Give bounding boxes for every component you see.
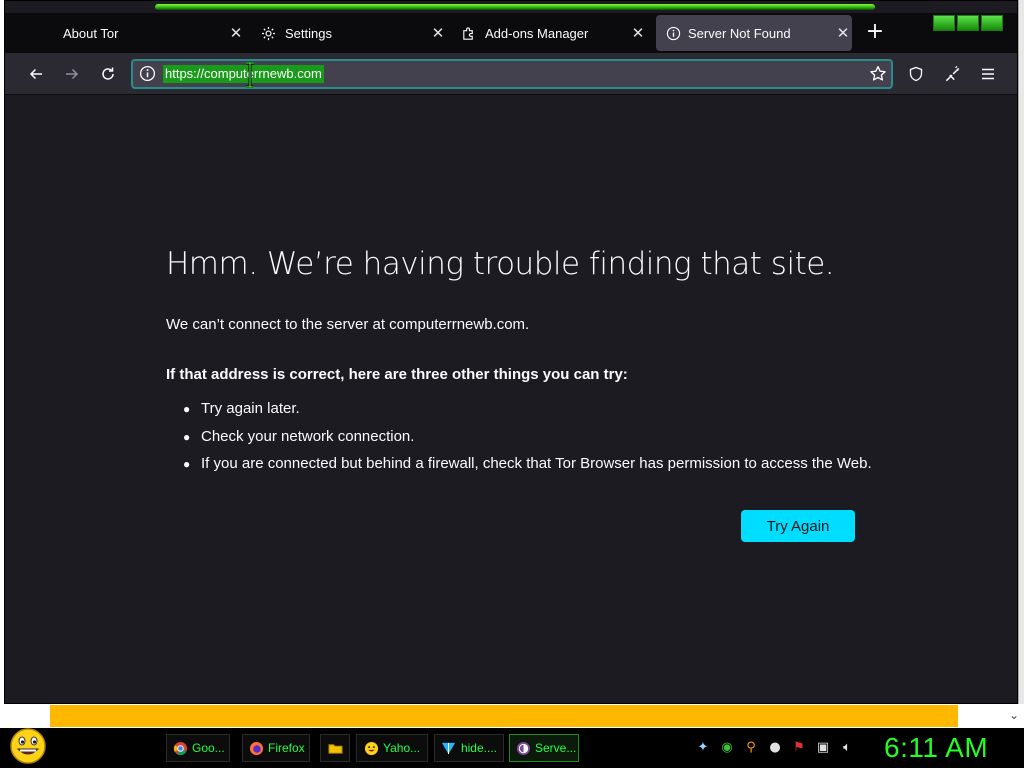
start-smiley-button[interactable] [8,726,48,766]
taskbar-item-firefox[interactable]: Firefox [242,734,310,762]
hide-icon [441,740,457,756]
page-content: Hmm. We’re having trouble finding that s… [11,96,1011,692]
broom-icon [945,65,960,82]
clock[interactable]: 6:11 AM [884,732,988,764]
reload-button[interactable] [96,62,120,86]
tab-addons-manager[interactable]: Add-ons Manager ✕ [457,15,647,51]
bullet-icon: ● [183,429,191,444]
taskbar-item-label: Goo... [192,741,225,755]
text-cursor-icon [245,61,255,92]
volume-icon[interactable]: 🔈︎ [838,738,856,756]
taskbar-item-chrome[interactable]: Goo... [166,734,230,762]
shield-icon [909,66,923,82]
taskbar-item-label: Firefox [268,741,305,755]
maximize-button[interactable] [957,15,979,31]
forward-button[interactable] [60,62,84,86]
suggestion-text: If you are connected but behind a firewa… [201,455,872,472]
puzzle-icon [457,26,479,41]
new-identity-button[interactable] [940,62,964,86]
try-again-button[interactable]: Try Again [741,510,855,542]
error-description: We can’t connect to the server at comput… [166,316,530,333]
list-item: ● Check your network connection. [183,428,872,456]
display-icon[interactable]: ▣ [814,738,832,756]
background-yellow-banner [50,705,958,727]
system-tray: ✦ ◉ ⚲ ● ⚑ ▣ 🔈︎ [694,738,856,756]
yahoo-smiley-icon [363,740,379,756]
forward-arrow-icon [66,68,79,80]
suggestions-list: ● Try again later. ● Check your network co… [183,400,872,483]
tray-message-icon[interactable]: ● [766,738,784,756]
close-window-button[interactable] [981,15,1003,31]
hamburger-menu-icon [982,68,994,80]
tor-icon [516,740,531,756]
tab-about-tor[interactable]: About Tor ✕ [55,15,245,51]
tab-label: Settings [285,25,332,41]
url-text[interactable]: https://computerrnewb.com [163,65,324,83]
bookmark-star-icon[interactable] [869,65,887,87]
tab-server-not-found[interactable]: Server Not Found ✕ [656,15,852,51]
taskbar-item-hide[interactable]: hide.... [434,734,504,762]
window-controls [933,15,1003,33]
taskbar: Goo... Firefox Yaho... hide.... Serve...… [0,728,1024,768]
shield-button[interactable] [904,62,928,86]
close-icon[interactable]: ✕ [629,24,647,42]
url-bar[interactable]: https://computerrnewb.com [131,59,893,89]
taskbar-item-label: Yaho... [383,741,421,755]
tab-label: About Tor [63,25,119,41]
new-tab-button[interactable]: + [863,21,887,45]
tray-app-icon[interactable]: ✦ [694,738,712,756]
taskbar-item-yahoo[interactable]: Yaho... [356,734,428,762]
reload-icon [102,67,114,80]
tab-label: Server Not Found [688,25,791,41]
back-button[interactable] [24,62,48,86]
chrome-icon [173,740,188,756]
info-icon [662,26,684,41]
suggestion-text: Check your network connection. [201,427,415,445]
navigation-bar: https://computerrnewb.com [5,53,1017,95]
search-icon[interactable]: ⚲ [742,738,760,756]
browser-window: About Tor ✕ Settings ✕ Add-ons Manager ✕… [4,0,1018,704]
taskbar-item-label: hide.... [460,741,497,755]
list-item: ● Try again later. [183,400,872,428]
folder-icon [327,740,343,756]
close-icon[interactable]: ✕ [834,24,852,42]
minimize-button[interactable] [933,15,955,31]
taskbar-item-explorer[interactable] [320,734,350,762]
list-item: ● If you are connected but behind a firew… [183,455,872,483]
scroll-down-arrow-icon[interactable]: ⌄ [1004,708,1024,728]
flag-icon[interactable]: ⚑ [790,738,808,756]
tab-strip: About Tor ✕ Settings ✕ Add-ons Manager ✕… [5,13,1017,53]
tab-label: Add-ons Manager [485,25,589,41]
taskbar-item-label: Serve... [535,741,577,755]
site-info-icon[interactable] [139,65,156,86]
background-scrollbar[interactable] [1018,0,1024,704]
back-arrow-icon [29,68,42,80]
tray-network-icon[interactable]: ◉ [718,738,736,756]
error-title: Hmm. We’re having trouble finding that s… [166,246,835,282]
window-accent-bar [155,4,875,10]
smiley-icon [10,728,46,764]
tab-settings[interactable]: Settings ✕ [257,15,447,51]
close-icon[interactable]: ✕ [429,24,447,42]
bullet-icon: ● [183,457,191,471]
taskbar-item-tor[interactable]: Serve... [509,734,579,762]
suggestion-text: Try again later. [201,400,300,417]
firefox-icon [249,740,264,756]
close-icon[interactable]: ✕ [227,24,245,42]
gear-icon [257,26,279,41]
bullet-icon: ● [183,402,191,416]
suggestions-heading: If that address is correct, here are thr… [166,366,628,383]
menu-button[interactable] [976,62,1000,86]
